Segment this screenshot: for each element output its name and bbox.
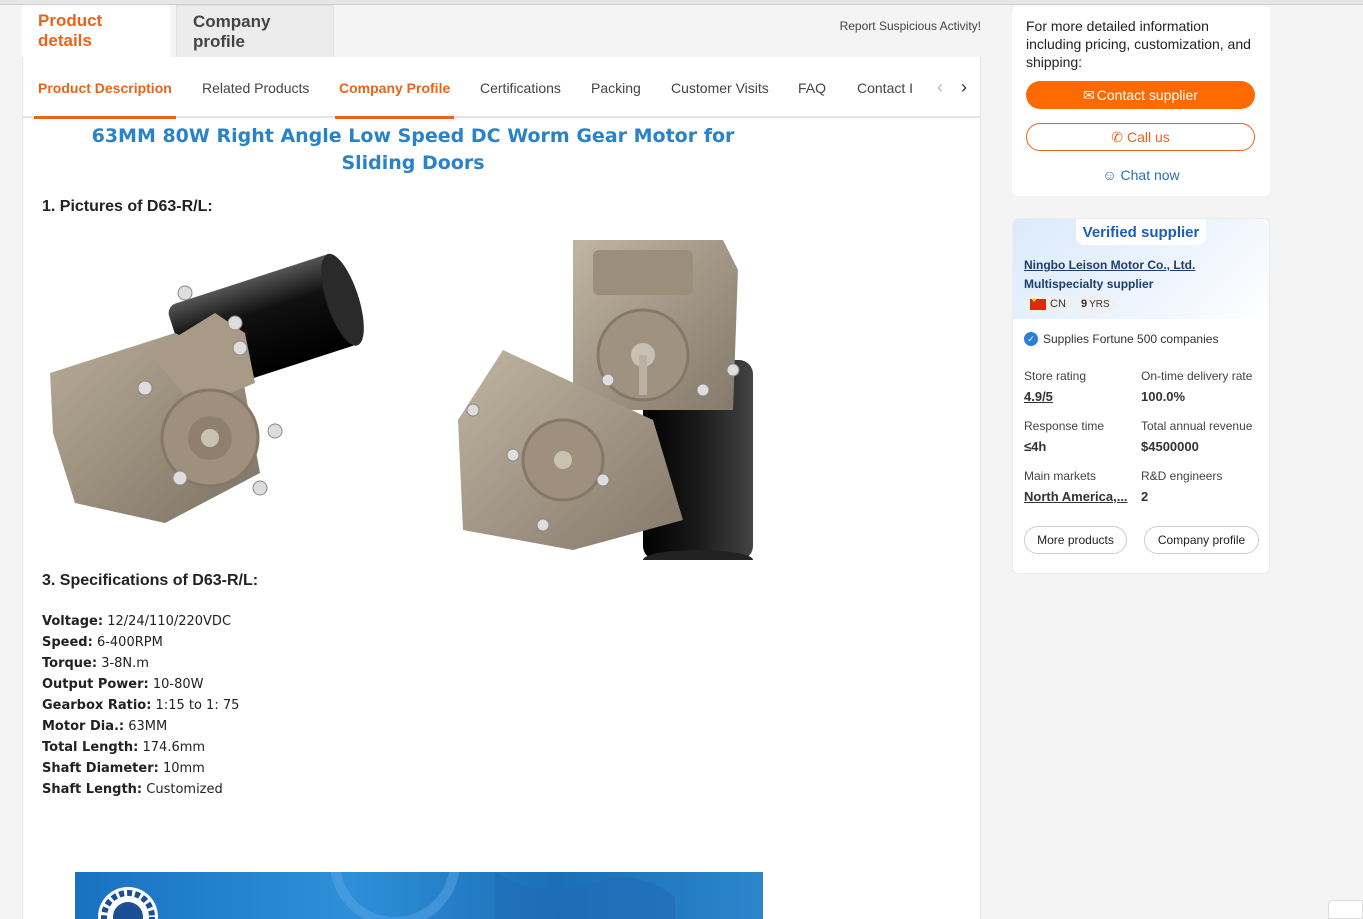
spec-key: Torque: xyxy=(42,656,98,671)
report-suspicious-link[interactable]: Report Suspicious Activity! xyxy=(840,19,981,33)
store-rating-label: Store rating xyxy=(1024,369,1087,383)
tab-certifications[interactable]: Certifications xyxy=(480,57,561,118)
supplier-type: Multispecialty supplier xyxy=(1024,277,1154,291)
specs-list: Voltage: 12/24/110/220VDC Speed: 6-400RP… xyxy=(42,611,239,800)
chevron-left-icon[interactable]: ‹ xyxy=(930,77,950,97)
spec-value: 10mm xyxy=(162,761,205,776)
spec-key: Shaft Length: xyxy=(42,782,143,797)
spec-row: Gearbox Ratio: 1:15 to 1: 75 xyxy=(42,695,239,716)
main-markets-value[interactable]: North America,... xyxy=(1024,489,1128,504)
spec-row: Torque: 3-8N.m xyxy=(42,653,239,674)
annual-revenue-value: $4500000 xyxy=(1141,439,1199,454)
spec-row: Speed: 6-400RPM xyxy=(42,632,239,653)
rd-engineers-label: R&D engineers xyxy=(1141,469,1223,483)
tab-related-products[interactable]: Related Products xyxy=(202,57,309,118)
tab-company-profile[interactable]: Company profile xyxy=(176,5,334,57)
gear-logo-icon xyxy=(98,872,675,919)
spec-row: Motor Dia.: 63MM xyxy=(42,716,239,737)
company-profile-button[interactable]: Company profile xyxy=(1144,526,1259,554)
product-title: 63MM 80W Right Angle Low Speed DC Worm G… xyxy=(91,125,735,174)
main-markets-label: Main markets xyxy=(1024,469,1097,483)
motor-photo-1 xyxy=(50,253,364,523)
on-time-delivery-label: On-time delivery rate xyxy=(1141,369,1253,383)
country-code: CN xyxy=(1050,298,1066,310)
top-tabs: Product details Company profile xyxy=(22,5,334,57)
response-time-value: ≤4h xyxy=(1024,439,1047,454)
spec-value: 1:15 to 1: 75 xyxy=(155,698,240,713)
call-us-button[interactable]: ✆ Call us xyxy=(1026,123,1255,151)
years-number: 9 xyxy=(1081,298,1088,310)
chat-now-label: Chat now xyxy=(1120,167,1180,183)
store-rating-value[interactable]: 4.9/5 xyxy=(1024,389,1053,404)
tab-product-details[interactable]: Product details xyxy=(22,5,170,57)
more-products-button[interactable]: More products xyxy=(1024,526,1127,554)
on-time-delivery-value: 100.0% xyxy=(1141,389,1186,404)
spec-key: Voltage: xyxy=(42,614,104,629)
chevron-right-icon[interactable]: › xyxy=(954,77,974,97)
verified-supplier-badge: Verified supplier xyxy=(1076,219,1206,245)
fortune-500-text: Supplies Fortune 500 companies xyxy=(1043,332,1219,346)
specifications-heading: 3. Specifications of D63-R/L: xyxy=(42,572,259,589)
annual-revenue-label: Total annual revenue xyxy=(1141,419,1253,433)
spec-value: 174.6mm xyxy=(142,740,206,755)
verified-check-icon: ✓ xyxy=(1024,332,1038,346)
spec-value: 6-400RPM xyxy=(96,635,163,650)
spec-key: Speed: xyxy=(42,635,93,650)
call-us-label: Call us xyxy=(1126,129,1170,145)
company-banner-image xyxy=(75,872,763,919)
mail-icon: ✉ xyxy=(1083,86,1095,103)
spec-row: Total Length: 174.6mm xyxy=(42,737,239,758)
product-detail-panel: Product Description Related Products Com… xyxy=(22,57,981,919)
fortune-500-badge: ✓ Supplies Fortune 500 companies xyxy=(1024,332,1218,346)
spec-row: Shaft Diameter: 10mm xyxy=(42,758,239,779)
contact-info-text: For more detailed information including … xyxy=(1026,18,1251,70)
tab-contact[interactable]: Contact I xyxy=(857,57,913,118)
rd-engineers-value: 2 xyxy=(1141,489,1149,504)
phone-icon: ✆ xyxy=(1111,128,1123,145)
contact-supplier-label: Contact supplier xyxy=(1096,87,1198,103)
section-nav: Product Description Related Products Com… xyxy=(23,57,981,119)
spec-key: Total Length: xyxy=(42,740,139,755)
country-badge: CN xyxy=(1024,295,1072,313)
spec-row: Shaft Length: Customized xyxy=(42,779,239,800)
spec-value: 12/24/110/220VDC xyxy=(107,614,232,629)
product-main-panel: Product details Company profile Report S… xyxy=(22,5,981,919)
spec-value: 63MM xyxy=(128,719,168,734)
chat-now-link[interactable]: ☺ Chat now xyxy=(1012,167,1270,183)
motor-photo-2 xyxy=(458,240,753,560)
pictures-heading: 1. Pictures of D63-R/L: xyxy=(42,198,213,215)
tab-faq[interactable]: FAQ xyxy=(798,57,826,118)
tab-customer-visits[interactable]: Customer Visits xyxy=(671,57,769,118)
spec-value: 10-80W xyxy=(152,677,204,692)
response-time-label: Response time xyxy=(1024,419,1105,433)
tab-company-profile-section[interactable]: Company Profile xyxy=(334,57,455,119)
spec-row: Voltage: 12/24/110/220VDC xyxy=(42,611,239,632)
supplier-card: Verified supplier Ningbo Leison Motor Co… xyxy=(1012,218,1270,574)
contact-supplier-button[interactable]: ✉ Contact supplier xyxy=(1026,81,1255,109)
spec-key: Motor Dia.: xyxy=(42,719,125,734)
spec-key: Gearbox Ratio: xyxy=(42,698,152,713)
spec-value: 3-8N.m xyxy=(101,656,149,671)
years-unit: YRS xyxy=(1089,298,1110,310)
contact-card: For more detailed information including … xyxy=(1012,6,1270,196)
spec-row: Output Power: 10-80W xyxy=(42,674,239,695)
tab-product-description[interactable]: Product Description xyxy=(34,57,176,119)
spec-key: Output Power: xyxy=(42,677,149,692)
years-badge: 9 YRS xyxy=(1075,295,1116,313)
feedback-widget[interactable] xyxy=(1328,900,1363,919)
spec-value: Customized xyxy=(146,782,223,797)
tab-packing[interactable]: Packing xyxy=(591,57,641,118)
company-name-link[interactable]: Ningbo Leison Motor Co., Ltd. xyxy=(1024,258,1195,272)
china-flag-icon xyxy=(1030,296,1046,310)
chat-icon: ☺ xyxy=(1102,167,1117,183)
spec-key: Shaft Diameter: xyxy=(42,761,159,776)
